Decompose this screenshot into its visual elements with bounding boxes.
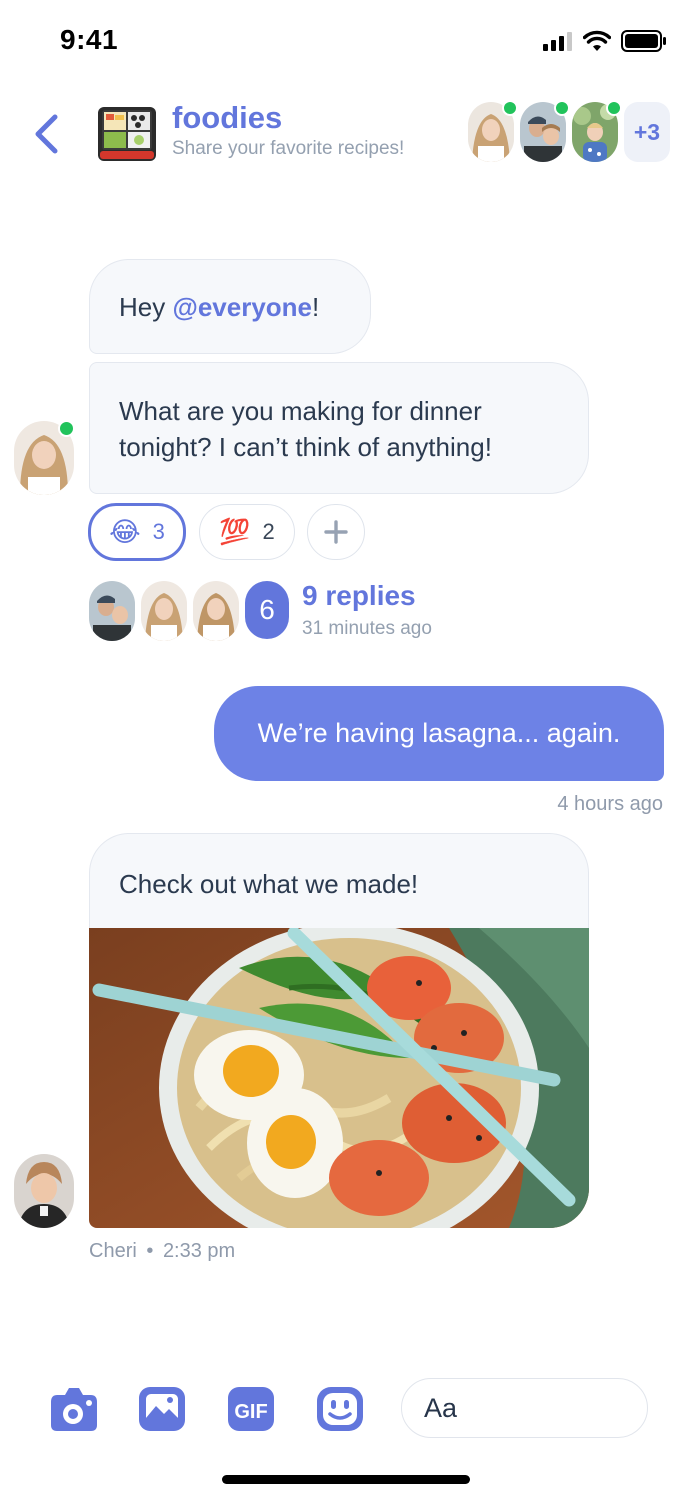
hundred-points-emoji-icon: 💯 xyxy=(219,517,251,546)
avatar[interactable] xyxy=(520,100,570,162)
message-timestamp: 4 hours ago xyxy=(557,793,663,815)
outgoing-message-bubble[interactable]: We’re having lasagna... again. xyxy=(214,686,664,781)
message-bubble[interactable]: Check out what we made! xyxy=(89,833,589,928)
reaction-count: 2 xyxy=(262,519,275,544)
reaction-count: 3 xyxy=(152,519,165,544)
sender-avatar[interactable] xyxy=(14,420,75,495)
svg-text:GIF: GIF xyxy=(234,1401,267,1423)
chevron-left-icon xyxy=(35,114,58,154)
group-subtitle: Share your favorite recipes! xyxy=(172,138,405,159)
message-text: ! xyxy=(312,292,320,322)
avatar xyxy=(141,581,187,641)
reaction-hundred[interactable]: 💯 2 xyxy=(199,504,295,560)
avatar[interactable] xyxy=(468,100,518,162)
home-indicator xyxy=(222,1475,470,1484)
food-photo[interactable] xyxy=(89,928,589,1228)
online-indicator xyxy=(606,100,622,116)
separator-dot: • xyxy=(146,1240,154,1262)
photo-meta: Cheri • 2:33 pm xyxy=(89,1240,235,1263)
gif-button[interactable]: GIF xyxy=(226,1384,276,1434)
back-button[interactable] xyxy=(26,112,66,156)
smiley-icon xyxy=(317,1387,363,1431)
message-input[interactable] xyxy=(401,1378,648,1438)
avatar xyxy=(89,581,135,641)
online-indicator xyxy=(502,100,518,116)
status-icons xyxy=(543,30,667,52)
wifi-icon xyxy=(583,30,611,51)
image-icon xyxy=(139,1387,185,1431)
gif-icon: GIF xyxy=(228,1387,274,1431)
thread-participants[interactable]: 6 xyxy=(89,581,289,641)
add-reaction-button[interactable] xyxy=(307,504,365,560)
gallery-button[interactable] xyxy=(137,1384,187,1434)
plus-icon xyxy=(324,520,348,544)
avatar xyxy=(193,581,239,641)
message-bubble[interactable]: What are you making for dinner tonight? … xyxy=(89,362,589,494)
status-time: 9:41 xyxy=(60,24,119,55)
thread-participant-count: 6 xyxy=(245,581,289,639)
avatar-photo xyxy=(14,1154,74,1228)
message-text-line: tonight? I can’t think of anything! xyxy=(119,432,492,462)
group-name[interactable]: foodies xyxy=(172,100,282,136)
message-text: Hey xyxy=(119,292,173,322)
message-text: We’re having lasagna... again. xyxy=(257,718,621,748)
battery-icon xyxy=(621,30,666,52)
camera-icon xyxy=(51,1388,97,1431)
ramen-photo xyxy=(89,928,589,1228)
bento-box-icon xyxy=(98,107,156,161)
author-name: Cheri xyxy=(89,1240,137,1262)
message-bubble[interactable]: Hey @everyone! xyxy=(89,259,371,354)
mention-link[interactable]: @everyone xyxy=(172,292,312,322)
reaction-joy[interactable]: 😂 3 xyxy=(88,503,186,561)
thread-time: 31 minutes ago xyxy=(302,618,432,639)
thread-replies-link[interactable]: 9 replies xyxy=(302,580,416,612)
online-indicator xyxy=(554,100,570,116)
more-members-badge[interactable]: +3 xyxy=(624,102,670,162)
sticker-button[interactable] xyxy=(315,1384,365,1434)
sender-avatar[interactable] xyxy=(14,1154,74,1228)
cellular-signal-icon xyxy=(543,32,572,51)
member-avatars[interactable]: +3 xyxy=(468,100,670,162)
online-indicator xyxy=(58,420,75,437)
message-text: Check out what we made! xyxy=(119,869,419,899)
laughing-emoji-icon: 😂 xyxy=(109,516,141,547)
camera-button[interactable] xyxy=(49,1384,99,1434)
message-time: 2:33 pm xyxy=(162,1240,236,1262)
message-text-line: What are you making for dinner xyxy=(119,396,482,426)
avatar[interactable] xyxy=(572,100,622,162)
